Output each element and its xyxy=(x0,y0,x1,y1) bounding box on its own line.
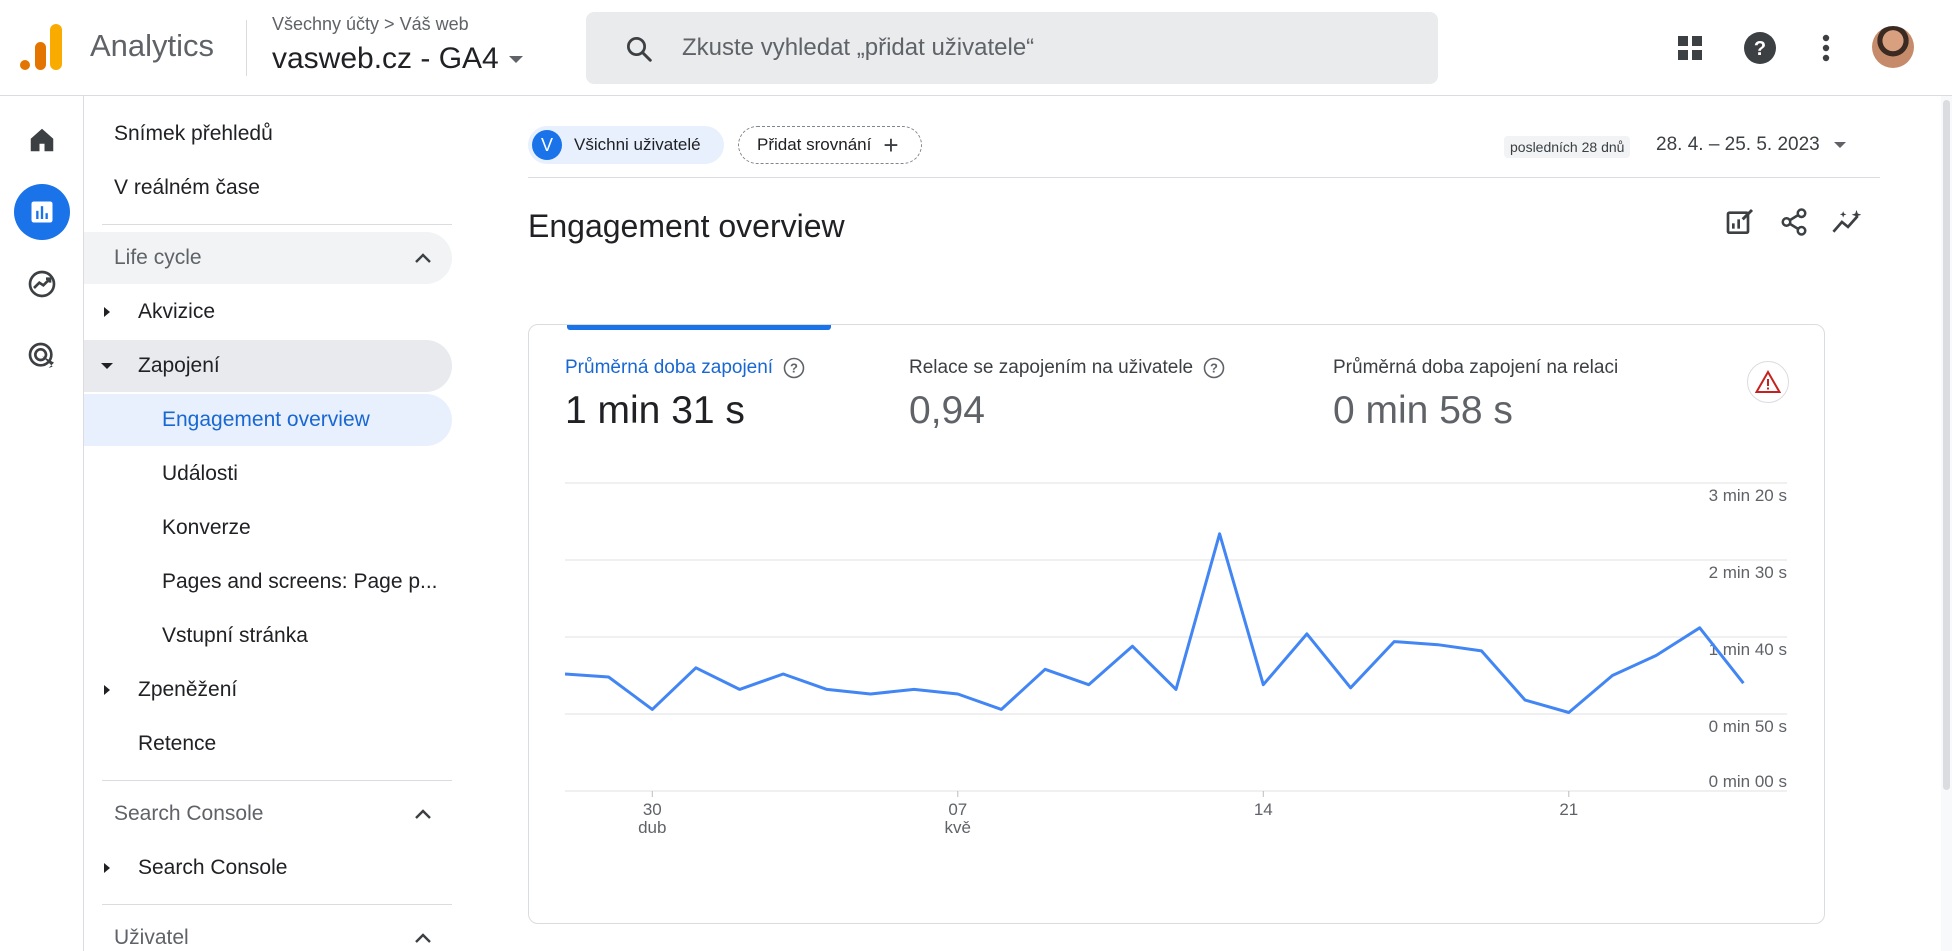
date-range-label: 28. 4. – 25. 5. 2023 xyxy=(1656,134,1820,155)
search-input[interactable] xyxy=(682,30,1382,66)
nav-item-monetization[interactable]: Zpeněžení xyxy=(84,664,452,716)
nav-divider xyxy=(102,780,452,781)
avatar[interactable] xyxy=(1872,26,1914,68)
metric-label: Průměrná doba zapojení xyxy=(565,357,774,378)
nav-item-engagement[interactable]: Zapojení xyxy=(84,340,452,392)
chevron-up-icon xyxy=(415,253,431,263)
insights-icon[interactable] xyxy=(1828,202,1868,242)
share-icon[interactable] xyxy=(1774,202,1814,242)
app-title: Analytics xyxy=(90,28,215,63)
chevron-up-icon xyxy=(415,809,431,819)
property-name: vasweb.cz - GA4 xyxy=(272,42,499,75)
nav-item-conversions[interactable]: Konverze xyxy=(84,502,452,554)
metric-label: Relace se zapojením na uživatele xyxy=(909,357,1194,378)
nav-section-user[interactable]: Uživatel xyxy=(84,912,452,951)
svg-text:?: ? xyxy=(1210,361,1218,376)
svg-text:?: ? xyxy=(1754,38,1766,60)
x-tick-label: 30 xyxy=(643,800,662,819)
nav-section-search-console[interactable]: Search Console xyxy=(84,788,452,840)
nav-item-events[interactable]: Události xyxy=(84,448,452,500)
apps-grid-icon[interactable] xyxy=(1670,28,1710,68)
nav-item-pages-screens[interactable]: Pages and screens: Page p... xyxy=(84,556,452,608)
metric-value: 0,94 xyxy=(909,389,985,432)
line-chart: 0 min 00 s0 min 50 s1 min 40 s2 min 30 s… xyxy=(565,482,1787,837)
explore-icon[interactable] xyxy=(14,256,70,312)
nav-item-search-console[interactable]: Search Console xyxy=(84,842,452,894)
expand-arrow-icon xyxy=(104,685,110,695)
help-outline-icon[interactable]: ? xyxy=(1203,357,1225,379)
header-divider xyxy=(246,20,247,76)
nav-item-realtime[interactable]: V reálném čase xyxy=(84,162,452,214)
metric-avg-engagement-per-session[interactable]: Průměrná doba zapojení na relaci 0 min 5… xyxy=(1333,357,1618,433)
top-app-bar: Analytics Všechny účty > Váš web vasweb.… xyxy=(0,0,1952,96)
y-tick-label: 3 min 20 s xyxy=(1709,486,1787,505)
help-icon[interactable]: ? xyxy=(1740,28,1780,68)
x-tick-month-label: kvě xyxy=(945,818,971,837)
x-tick-month-label: dub xyxy=(638,818,666,837)
page-scrollbar[interactable] xyxy=(1941,96,1952,951)
svg-text:?: ? xyxy=(790,361,798,376)
search-bar[interactable] xyxy=(586,12,1438,84)
warning-icon[interactable] xyxy=(1747,361,1789,403)
x-tick-label: 21 xyxy=(1559,800,1578,819)
home-icon[interactable] xyxy=(14,112,70,168)
nav-item-retention[interactable]: Retence xyxy=(84,718,452,770)
date-range-tag: posledních 28 dnů xyxy=(1504,136,1631,158)
scrollbar-thumb[interactable] xyxy=(1943,100,1950,790)
metric-chart-card: Průměrná doba zapojení ? 1 min 31 s Rela… xyxy=(528,324,1825,924)
metric-avg-engagement-time[interactable]: Průměrná doba zapojení ? 1 min 31 s xyxy=(565,357,805,433)
active-metric-indicator xyxy=(567,325,831,330)
account-breadcrumb[interactable]: Všechny účty > Váš web xyxy=(272,14,469,35)
nav-section-lifecycle[interactable]: Life cycle xyxy=(84,232,452,284)
search-icon xyxy=(627,37,652,62)
caret-down-icon xyxy=(1833,142,1846,148)
nav-item-engagement-overview[interactable]: Engagement overview xyxy=(84,394,452,446)
x-tick-label: 07 xyxy=(948,800,967,819)
main-content: V Všichni uživatelé Přidat srovnání + po… xyxy=(528,96,1880,951)
analytics-logo[interactable] xyxy=(20,24,62,70)
x-tick-label: 14 xyxy=(1254,800,1273,819)
expand-arrow-icon xyxy=(104,863,110,873)
help-outline-icon[interactable]: ? xyxy=(783,357,805,379)
nav-item-acquisition[interactable]: Akvizice xyxy=(84,286,452,338)
property-selector[interactable]: vasweb.cz - GA4 xyxy=(272,42,523,76)
navigation-rail xyxy=(0,96,84,951)
metric-label: Průměrná doba zapojení na relaci xyxy=(1333,357,1619,378)
date-range-picker[interactable]: 28. 4. – 25. 5. 2023 xyxy=(1656,134,1846,156)
add-comparison-label: Přidat srovnání xyxy=(757,135,872,154)
nav-divider xyxy=(102,904,452,905)
customize-report-icon[interactable] xyxy=(1720,202,1760,242)
caret-down-icon xyxy=(508,55,523,63)
segment-avatar: V xyxy=(532,130,562,160)
y-tick-label: 2 min 30 s xyxy=(1709,563,1787,582)
nav-divider xyxy=(102,224,452,225)
report-navigation: Snímek přehledů V reálném čase Life cycl… xyxy=(84,96,464,951)
segment-chip-all-users[interactable]: V Všichni uživatelé xyxy=(528,126,724,164)
advertising-icon[interactable] xyxy=(14,328,70,384)
chevron-up-icon xyxy=(415,933,431,943)
reports-icon[interactable] xyxy=(14,184,70,240)
toolbar-divider xyxy=(528,177,1880,178)
more-vert-icon[interactable] xyxy=(1806,28,1846,68)
nav-item-landing-page[interactable]: Vstupní stránka xyxy=(84,610,452,662)
metric-engaged-sessions-per-user[interactable]: Relace se zapojením na uživatele ? 0,94 xyxy=(909,357,1225,433)
metric-value: 1 min 31 s xyxy=(565,389,745,432)
nav-item-snapshot[interactable]: Snímek přehledů xyxy=(84,108,452,160)
collapse-arrow-icon xyxy=(101,363,113,369)
expand-arrow-icon xyxy=(104,307,110,317)
page-title: Engagement overview xyxy=(528,208,845,244)
plus-icon: + xyxy=(883,130,899,160)
series-line[interactable] xyxy=(565,532,1745,714)
y-tick-label: 0 min 00 s xyxy=(1709,772,1787,791)
segment-label: Všichni uživatelé xyxy=(574,135,701,154)
metric-value: 0 min 58 s xyxy=(1333,389,1513,432)
y-tick-label: 0 min 50 s xyxy=(1709,717,1787,736)
add-comparison-button[interactable]: Přidat srovnání + xyxy=(738,126,922,164)
